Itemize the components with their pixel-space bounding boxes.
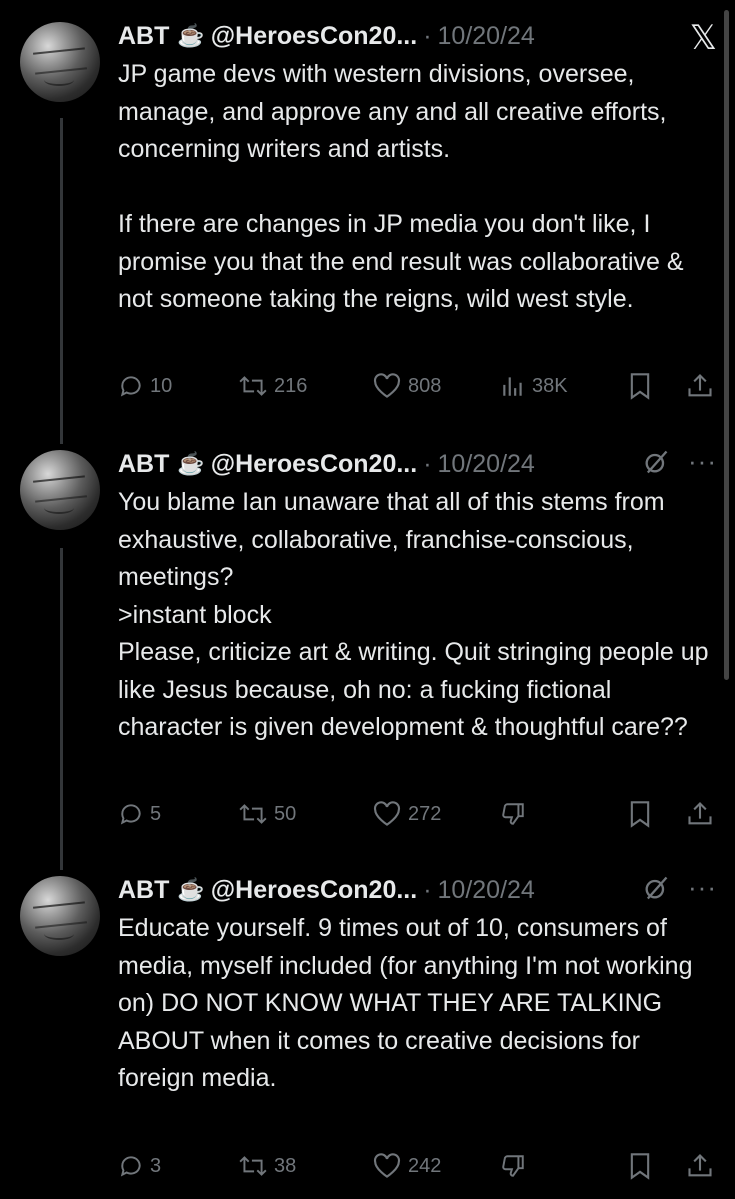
more-icon[interactable]: ··· <box>688 446 717 477</box>
dislike-button[interactable] <box>500 801 526 827</box>
tweet-corner: ··· <box>642 872 717 903</box>
thumbs-down-icon <box>502 803 524 825</box>
tweet-text: You blame Ian unaware that all of this s… <box>118 484 719 747</box>
share-icon <box>688 1154 712 1177</box>
tweet-text: JP game devs with western divisions, ove… <box>118 56 719 319</box>
tweet-body: JP game devs with western divisions, ove… <box>118 60 684 313</box>
views-icon <box>503 377 522 396</box>
repost-count: 50 <box>274 802 297 825</box>
coffee-emoji: ☕ <box>177 451 205 476</box>
tweet-header: ABT ☕ @HeroesCon20... · 10/20/24 <box>118 16 715 56</box>
tweet-text: Educate yourself. 9 times out of 10, con… <box>118 910 719 1098</box>
author-handle[interactable]: @HeroesCon20... <box>211 444 417 484</box>
views-button[interactable]: 38K <box>500 373 568 399</box>
bookmark-icon <box>630 1153 650 1180</box>
tweet-header: ABT ☕ @HeroesCon20... · 10/20/24 <box>118 870 715 910</box>
more-icon[interactable]: ··· <box>688 872 717 903</box>
tweet-date[interactable]: 10/20/24 <box>438 444 535 484</box>
coffee-emoji: ☕ <box>177 23 205 48</box>
reply-count: 10 <box>150 374 173 397</box>
share-button[interactable] <box>686 1152 714 1180</box>
reply-icon <box>120 376 141 397</box>
repost-icon <box>239 804 267 824</box>
bookmark-button[interactable] <box>628 800 652 828</box>
grok-icon[interactable] <box>642 448 670 476</box>
repost-button[interactable]: 38 <box>238 1153 296 1179</box>
author-name[interactable]: ABT <box>118 444 169 484</box>
reply-button[interactable]: 3 <box>118 1153 161 1179</box>
reply-icon <box>120 1156 141 1177</box>
view-count: 38K <box>532 374 568 397</box>
like-button[interactable]: 272 <box>372 801 441 827</box>
tweet-date[interactable]: 10/20/24 <box>438 870 535 910</box>
tweet-corner: 𝕏 <box>690 18 717 58</box>
action-bar: 3 38 242 <box>118 1146 715 1186</box>
tweet-body: You blame Ian unaware that all of this s… <box>118 488 709 741</box>
tweet-date[interactable]: 10/20/24 <box>438 16 535 56</box>
avatar[interactable] <box>20 876 100 956</box>
like-count: 272 <box>408 802 442 825</box>
like-count: 808 <box>408 374 442 397</box>
author-name[interactable]: ABT <box>118 16 169 56</box>
like-button[interactable]: 808 <box>372 373 441 399</box>
repost-button[interactable]: 50 <box>238 801 296 827</box>
x-logo-icon[interactable]: 𝕏 <box>690 18 717 58</box>
reply-icon <box>120 804 141 825</box>
bookmark-icon <box>630 373 650 400</box>
bookmark-icon <box>630 801 650 828</box>
repost-count: 38 <box>274 1154 297 1177</box>
heart-icon <box>373 373 401 398</box>
reply-button[interactable]: 5 <box>118 801 161 827</box>
share-icon <box>688 802 712 825</box>
action-bar: 5 50 272 <box>118 794 715 834</box>
heart-icon <box>373 801 401 826</box>
heart-icon <box>373 1153 401 1178</box>
tweet[interactable]: ABT ☕ @HeroesCon20... · 10/20/24 ··· You… <box>0 444 735 844</box>
avatar[interactable] <box>20 22 100 102</box>
author-handle[interactable]: @HeroesCon20... <box>211 870 417 910</box>
tweet-body: Educate yourself. 9 times out of 10, con… <box>118 914 693 1092</box>
thumbs-down-icon <box>502 1155 524 1177</box>
like-count: 242 <box>408 1154 442 1177</box>
tweet[interactable]: ABT ☕ @HeroesCon20... · 10/20/24 ··· Edu… <box>0 870 735 1199</box>
separator-dot: · <box>423 450 432 478</box>
tweet-corner: ··· <box>642 446 717 477</box>
bookmark-button[interactable] <box>628 372 652 400</box>
share-icon <box>688 374 712 397</box>
tweet[interactable]: ABT ☕ @HeroesCon20... · 10/20/24 𝕏 JP ga… <box>0 16 735 416</box>
grok-icon[interactable] <box>642 874 670 902</box>
author-name[interactable]: ABT <box>118 870 169 910</box>
reply-count: 5 <box>150 802 162 825</box>
tweet-header: ABT ☕ @HeroesCon20... · 10/20/24 <box>118 444 715 484</box>
share-button[interactable] <box>686 800 714 828</box>
repost-count: 216 <box>274 374 308 397</box>
repost-icon <box>239 1156 267 1176</box>
repost-button[interactable]: 216 <box>238 373 307 399</box>
reply-button[interactable]: 10 <box>118 373 172 399</box>
bookmark-button[interactable] <box>628 1152 652 1180</box>
coffee-emoji: ☕ <box>177 877 205 902</box>
avatar[interactable] <box>20 450 100 530</box>
reply-count: 3 <box>150 1154 162 1177</box>
repost-icon <box>239 376 267 396</box>
separator-dot: · <box>423 22 432 50</box>
author-handle[interactable]: @HeroesCon20... <box>211 16 417 56</box>
separator-dot: · <box>423 876 432 904</box>
like-button[interactable]: 242 <box>372 1153 441 1179</box>
action-bar: 10 216 808 38K <box>118 366 715 406</box>
dislike-button[interactable] <box>500 1153 526 1179</box>
share-button[interactable] <box>686 372 714 400</box>
